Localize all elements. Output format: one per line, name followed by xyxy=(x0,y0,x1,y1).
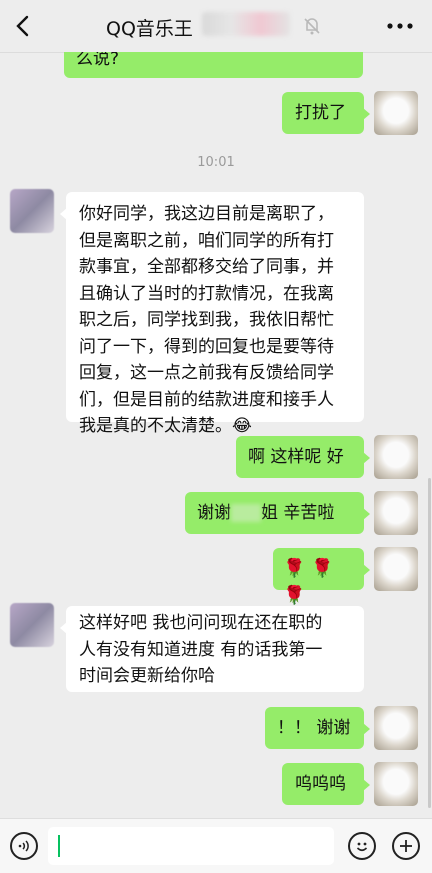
message-bubble[interactable]: 你好同学，我这边目前是离职了， 但是离职之前，咱们同学的所有打 款事宜，全部都移… xyxy=(60,192,364,436)
add-button[interactable] xyxy=(392,832,420,860)
message-bubble[interactable]: 🌹🌹🌹 xyxy=(273,548,370,606)
message-text: 呜呜呜 xyxy=(295,774,346,794)
message-text: 谢谢 xyxy=(197,503,231,523)
back-button[interactable] xyxy=(8,10,36,42)
bell-off-icon xyxy=(300,14,324,38)
more-dots-icon xyxy=(387,23,413,29)
avatar[interactable] xyxy=(374,762,418,806)
message-line: 但是离职之前，咱们同学的所有打 xyxy=(79,230,334,251)
message-bubble[interactable]: 么说? xyxy=(64,52,363,78)
message-line: 时间会更新给你哈 xyxy=(79,666,215,686)
voice-button[interactable] xyxy=(10,832,38,860)
message-line: 这样好吧 我也问问现在还在职的 xyxy=(79,613,323,633)
message-text: 姐 辛苦啦 xyxy=(261,503,335,523)
avatar[interactable] xyxy=(10,189,54,233)
avatar[interactable] xyxy=(374,491,418,535)
input-bar xyxy=(0,818,432,873)
message-input[interactable] xyxy=(48,827,334,865)
message-line: 问了一下，得到的回复也是要等待 xyxy=(79,336,334,357)
more-button[interactable] xyxy=(384,12,416,40)
avatar[interactable] xyxy=(374,547,418,591)
chevron-left-icon xyxy=(16,15,29,37)
message-line: 你好同学，我这边目前是离职了， xyxy=(79,204,334,224)
laughing-emoji-icon: 😂 xyxy=(232,416,252,436)
message-list[interactable]: 么说? 打扰了 10:01 你好同学，我这边目前是离职了， 但是离职之前，咱们同… xyxy=(0,52,432,818)
message-text: 打扰了 xyxy=(295,103,346,123)
message-bubble[interactable]: 打扰了 xyxy=(282,92,370,134)
text-caret xyxy=(58,835,60,857)
scrollbar[interactable] xyxy=(428,478,431,808)
message-bubble[interactable]: 啊 这样呢 好 xyxy=(236,436,370,478)
emoji-button[interactable] xyxy=(348,832,376,860)
message-bubble[interactable]: 这样好吧 我也问问现在还在职的 人有没有知道进度 有的话我第一 时间会更新给你哈 xyxy=(60,606,364,692)
message-bubble[interactable]: 谢谢 姐 辛苦啦 xyxy=(185,492,370,534)
message-text: ！！ 谢谢 xyxy=(277,718,351,738)
message-text: 么说? xyxy=(76,52,120,69)
avatar[interactable] xyxy=(374,91,418,135)
voice-icon xyxy=(18,840,29,852)
message-text: 啊 这样呢 好 xyxy=(248,447,344,467)
message-line: 我是真的不太清楚。 xyxy=(79,416,232,436)
timestamp: 10:01 xyxy=(197,155,235,170)
message-line: 人有没有知道进度 有的话我第一 xyxy=(79,639,323,660)
plus-icon xyxy=(400,840,412,852)
avatar[interactable] xyxy=(374,706,418,750)
chat-header: QQ音乐王 xyxy=(0,0,432,53)
emoji-icon xyxy=(356,842,368,852)
rose-emoji-icon: 🌹🌹🌹 xyxy=(283,558,340,606)
message-bubble[interactable]: ！！ 谢谢 xyxy=(265,707,370,749)
redacted-name xyxy=(202,12,290,36)
message-line: 们，但是目前的结款进度和接手人 xyxy=(79,389,334,410)
avatar[interactable] xyxy=(374,435,418,479)
message-line: 职之后，同学找到我，我依旧帮忙 xyxy=(79,310,334,330)
chat-title: QQ音乐王 xyxy=(106,18,193,40)
avatar[interactable] xyxy=(10,603,54,647)
message-line: 款事宜，全部都移交给了同事，并 xyxy=(79,257,334,277)
message-line: 且确认了当时的打款情况，在我离 xyxy=(79,283,334,304)
message-bubble[interactable]: 呜呜呜 xyxy=(282,763,370,805)
redacted-name xyxy=(231,504,261,522)
message-line: 回复，这一点之前我有反馈给同学 xyxy=(79,363,334,383)
